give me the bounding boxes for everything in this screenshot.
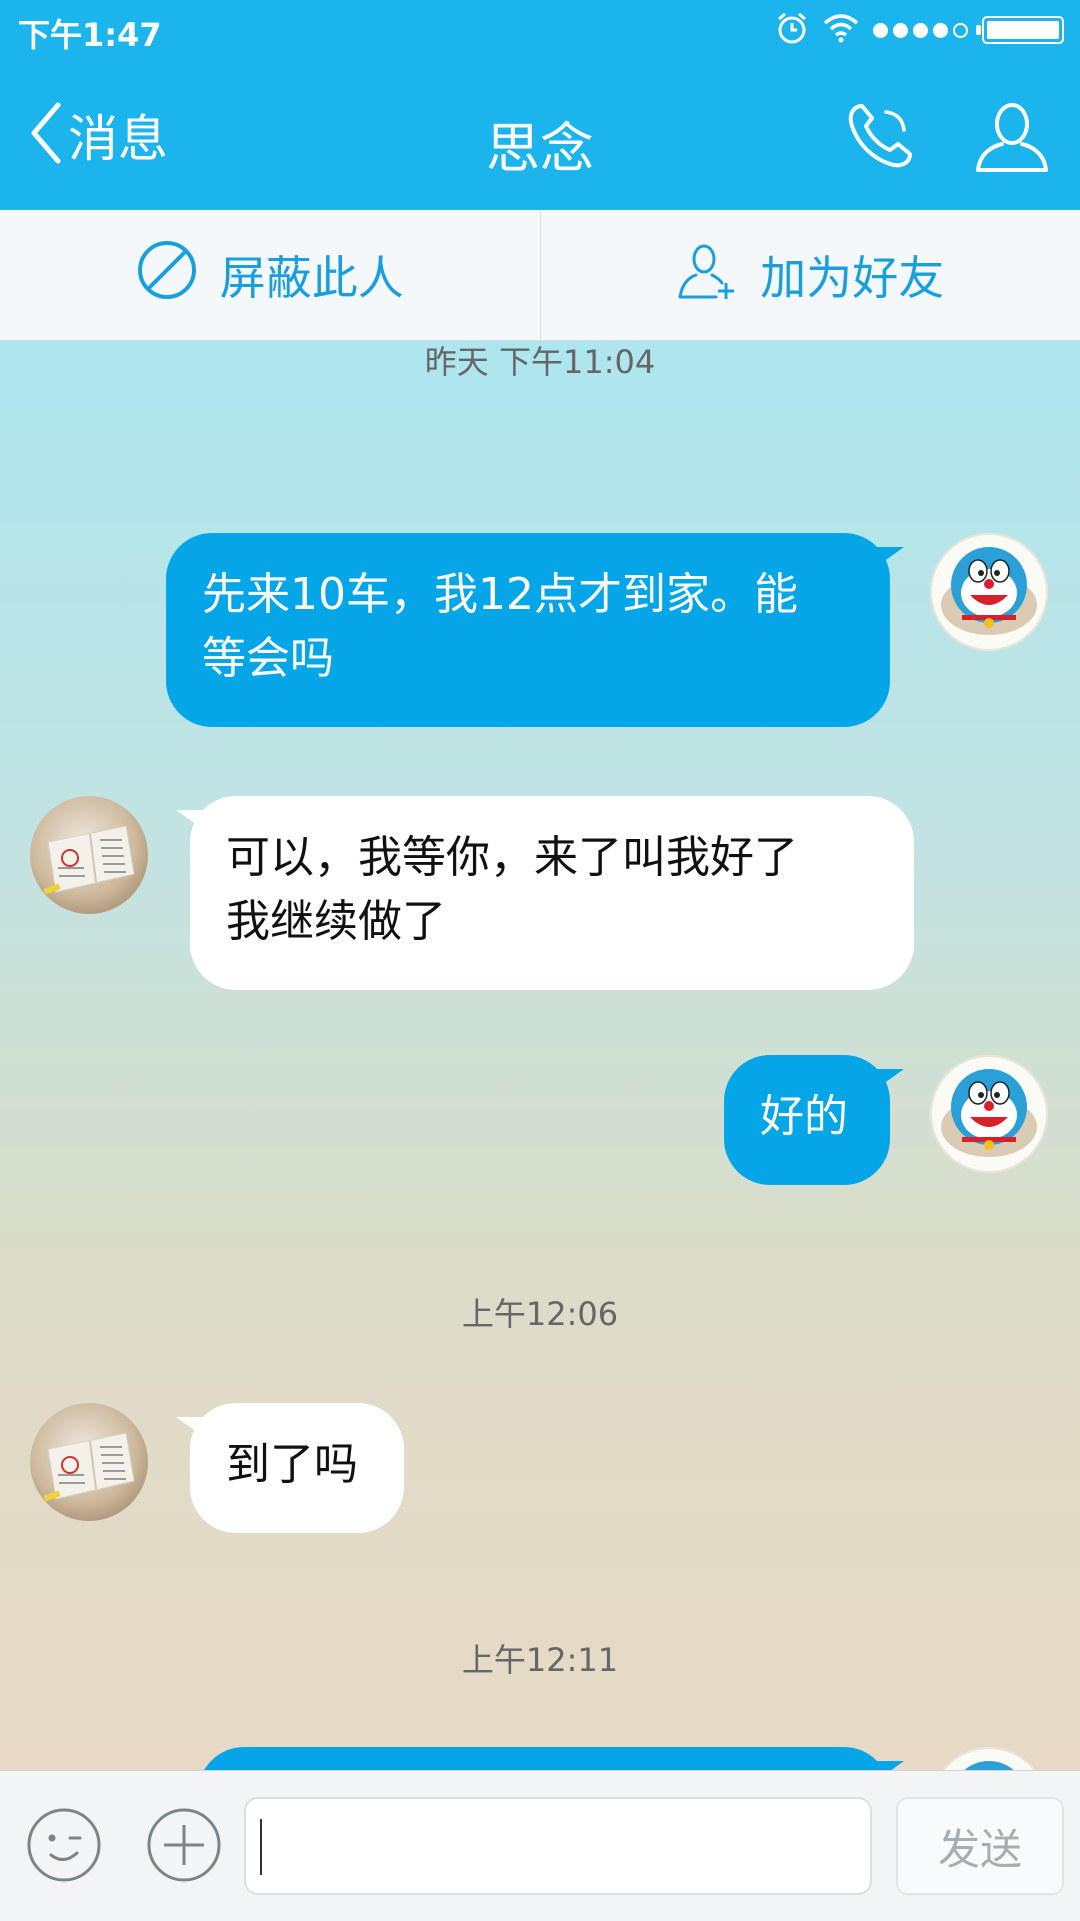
status-time: 下午1:47 — [18, 10, 162, 56]
block-icon — [136, 239, 220, 312]
battery-icon — [982, 16, 1064, 44]
my-avatar[interactable] — [930, 533, 1048, 651]
composer-bar: 发送 — [0, 1770, 1080, 1921]
profile-icon[interactable] — [972, 96, 1052, 176]
add-friend-label: 加为好友 — [760, 242, 944, 308]
timestamp: 上午12:06 — [0, 1289, 1080, 1335]
message-line: 等会吗 — [202, 627, 854, 691]
plus-icon[interactable] — [144, 1805, 224, 1885]
block-user-button[interactable]: 屏蔽此人 — [0, 210, 540, 340]
timestamp: 上午12:11 — [0, 1635, 1080, 1681]
send-button[interactable]: 发送 — [896, 1797, 1064, 1895]
message-line: 我继续做了 — [226, 890, 878, 954]
status-icons — [775, 12, 1064, 48]
my-avatar[interactable] — [930, 1747, 1048, 1770]
message-bubble-incoming[interactable]: 可以，我等你，来了叫我好了 我继续做了 — [190, 796, 914, 990]
phone-icon[interactable] — [840, 96, 920, 176]
add-friend-icon — [676, 239, 760, 312]
status-bar: 下午1:47 — [0, 0, 1080, 60]
message-line: 到了吗 — [226, 1433, 368, 1497]
timestamp: 昨天 下午11:04 — [0, 341, 1080, 379]
wifi-icon — [823, 13, 859, 47]
contact-avatar[interactable] — [30, 796, 148, 914]
message-bubble-outgoing[interactable] — [198, 1747, 890, 1770]
message-line: 可以，我等你，来了叫我好了 — [226, 826, 878, 890]
alarm-icon — [775, 11, 809, 49]
message-line: 先来10车，我12点才到家。能 — [202, 563, 854, 627]
emoji-icon[interactable] — [24, 1805, 104, 1885]
add-friend-button[interactable]: 加为好友 — [540, 210, 1080, 340]
stranger-action-bar: 屏蔽此人 加为好友 — [0, 210, 1080, 341]
message-bubble-outgoing[interactable]: 先来10车，我12点才到家。能 等会吗 — [166, 533, 890, 727]
signal-icon — [873, 23, 968, 38]
message-bubble-incoming[interactable]: 到了吗 — [190, 1403, 404, 1533]
chat-scroll-area[interactable]: 昨天 下午11:04 先来10车，我12点才到家。能 等会吗 — [0, 341, 1080, 1770]
message-line: 好的 — [760, 1085, 854, 1149]
message-input[interactable] — [244, 1797, 872, 1895]
text-caret — [260, 1819, 262, 1875]
message-bubble-outgoing[interactable]: 好的 — [724, 1055, 890, 1185]
block-user-label: 屏蔽此人 — [220, 242, 404, 308]
nav-bar: 消息 思念 — [0, 60, 1080, 210]
contact-avatar[interactable] — [30, 1403, 148, 1521]
my-avatar[interactable] — [930, 1055, 1048, 1173]
